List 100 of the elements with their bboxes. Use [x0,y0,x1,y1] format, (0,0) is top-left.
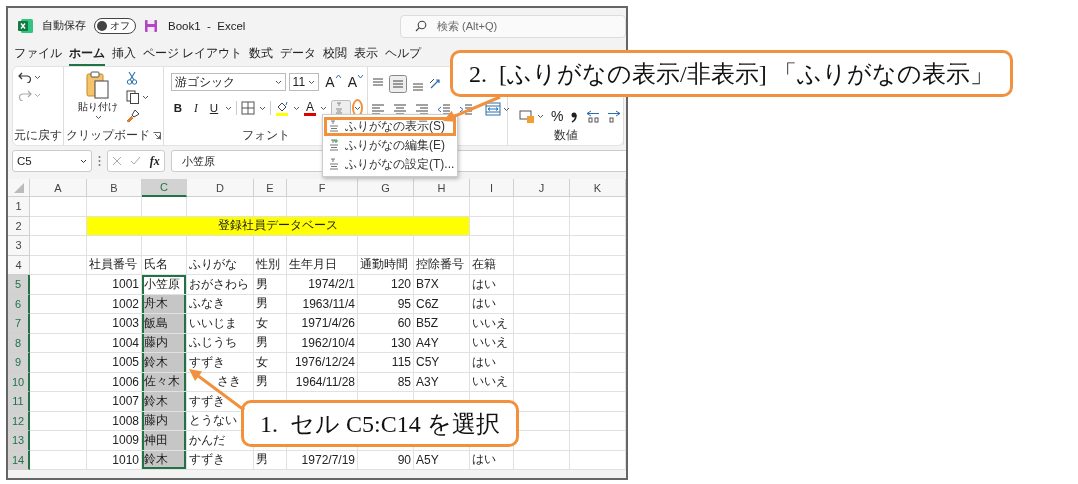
caret-icon[interactable] [34,74,41,80]
column-header[interactable]: I [470,179,514,197]
row-header[interactable]: 3 [8,236,30,256]
caret-icon[interactable] [537,113,544,119]
ribbon-tab[interactable]: ヘルプ [385,42,422,66]
caret-icon[interactable] [293,105,300,111]
caret-icon[interactable] [320,105,327,111]
table-cell [570,275,626,295]
row-header[interactable]: 4 [8,255,30,275]
table-cell [514,216,570,236]
group-label: 元に戻す [14,127,62,144]
name-box[interactable]: C5 [12,150,92,172]
font-name-dropdown[interactable]: 游ゴシック [171,73,286,91]
fill-color-icon[interactable] [275,100,289,116]
check-icon[interactable] [130,156,142,166]
merge-center-icon[interactable] [485,102,501,116]
undo-icon[interactable] [18,71,32,83]
copy-icon[interactable] [126,90,140,104]
align-right-icon[interactable] [415,102,429,116]
row-header[interactable]: 7 [8,314,30,334]
row-header[interactable]: 1 [8,197,30,217]
decrease-indent-icon[interactable] [437,102,451,116]
font-color-button[interactable]: A [304,100,316,116]
increase-decimal-icon[interactable] [585,109,602,123]
column-header[interactable]: K [570,179,626,197]
group-label: フォント [241,127,290,144]
paste-label[interactable]: 貼り付け [78,100,118,114]
column-header[interactable]: C [142,179,187,197]
row-header[interactable]: 9 [8,353,30,373]
caret-icon[interactable] [225,105,232,111]
table-cell: いいえ [470,314,514,334]
menu-item[interactable]: ふりがなの設定(T)... [325,156,455,173]
row-header[interactable]: 6 [8,294,30,314]
table-cell [570,431,626,451]
font-size-dropdown[interactable]: 11 [288,73,320,91]
column-header[interactable]: B [87,179,142,197]
insert-function-button[interactable]: fx [149,153,160,169]
autosave-toggle[interactable]: オフ [94,18,136,34]
grow-font-button[interactable]: A [325,74,342,90]
group-label: 数値 [553,127,578,144]
ribbon-tab[interactable]: ファイル [14,42,62,66]
decrease-decimal-icon[interactable] [608,109,621,123]
align-left-icon[interactable] [371,102,385,116]
align-middle-icon[interactable] [389,75,407,93]
column-header[interactable]: F [287,179,358,197]
ribbon-tab[interactable]: 表示 [354,42,379,66]
caret-icon[interactable] [503,106,510,112]
underline-button[interactable]: U [207,102,221,114]
caret-icon[interactable] [274,79,282,85]
table-cell [514,197,570,217]
orientation-icon[interactable] [429,77,443,91]
percent-button[interactable]: % [551,108,564,124]
align-center-icon[interactable] [393,102,407,116]
row-header[interactable]: 8 [8,333,30,353]
column-header[interactable]: G [358,179,414,197]
shrink-font-button[interactable]: A [347,74,364,90]
table-cell: 鈴木 [142,450,187,470]
column-header[interactable]: D [187,179,254,197]
dialog-launcher-icon[interactable] [153,131,161,140]
table-cell: 男 [254,372,287,392]
column-header[interactable]: H [414,179,470,197]
ribbon-tab[interactable]: ページ レイアウト [143,42,243,66]
caret-icon[interactable] [354,105,361,111]
table-cell [514,275,570,295]
column-header[interactable]: A [30,179,87,197]
table-cell: 生年月日 [287,255,358,275]
table-cell: ふりがな [187,255,254,275]
caret-icon[interactable] [80,158,87,164]
cut-icon[interactable] [126,71,138,85]
borders-icon[interactable] [241,101,255,115]
paste-icon[interactable] [85,71,111,99]
ribbon-tab[interactable]: データ [280,42,317,66]
caret-icon[interactable] [142,94,149,100]
table-cell [514,236,570,256]
row-header[interactable]: 13 [8,431,30,451]
ribbon-tab[interactable]: 校閲 [323,42,348,66]
italic-button[interactable]: I [189,102,203,114]
ribbon-tab[interactable]: 数式 [249,42,274,66]
caret-icon[interactable] [308,79,316,85]
search-field[interactable]: 検索 (Alt+Q) [400,14,626,38]
format-painter-icon[interactable] [126,109,140,123]
row-header[interactable]: 10 [8,372,30,392]
table-cell [30,372,87,392]
column-header[interactable]: E [254,179,287,197]
increase-indent-icon[interactable] [459,102,473,116]
table-cell: 1962/10/4 [287,333,358,353]
ribbon-tab[interactable]: 挿入 [112,42,136,66]
caret-icon[interactable] [94,115,102,120]
table-cell [514,314,570,334]
group-label: クリップボード [66,127,150,144]
caret-icon[interactable] [259,105,266,111]
row-header[interactable]: 12 [8,411,30,431]
row-header[interactable]: 5 [8,275,30,295]
column-header[interactable]: J [514,179,570,197]
menu-item[interactable]: ふりがなの表示(S) [325,118,455,135]
row-header[interactable]: 2 [8,216,30,236]
row-header[interactable]: 11 [8,392,30,412]
table-cell: 90 [358,450,414,470]
row-header[interactable]: 14 [8,450,30,470]
bold-button[interactable]: B [171,102,185,114]
